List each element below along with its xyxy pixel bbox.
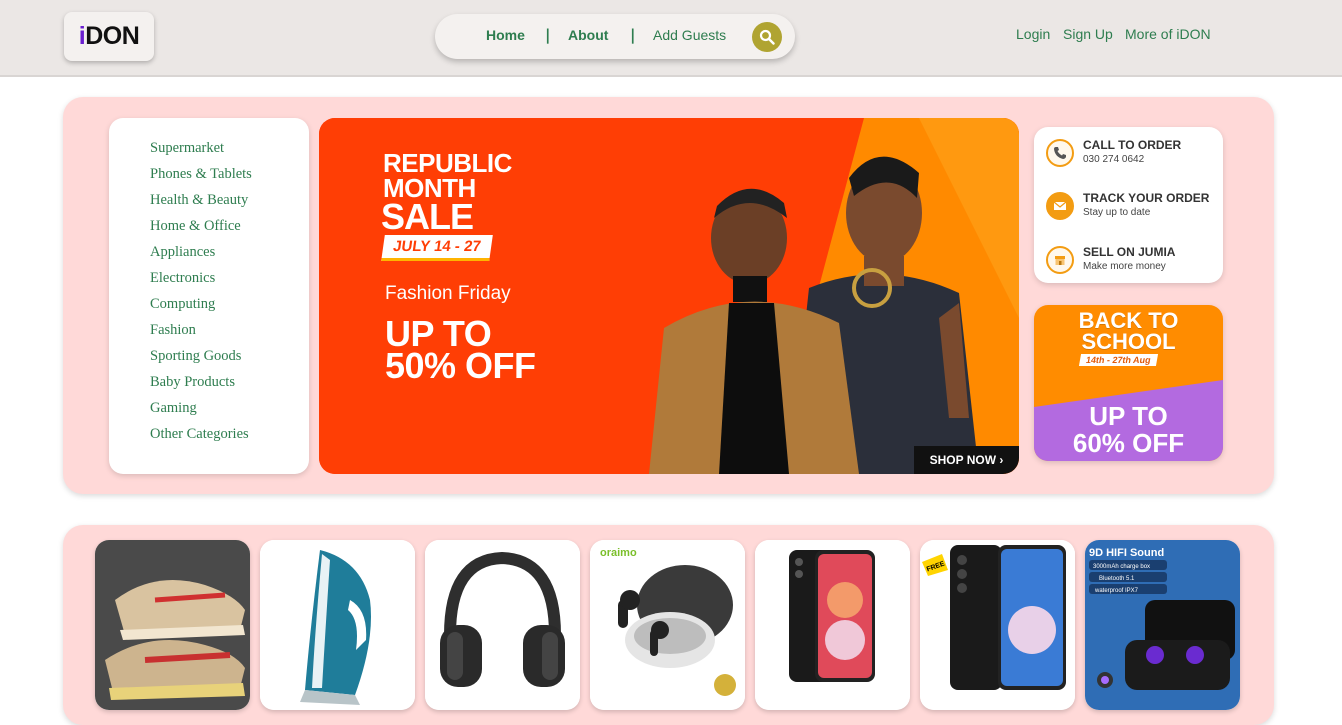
info-box: CALL TO ORDER 030 274 0642 TRACK YOUR OR…: [1034, 127, 1223, 283]
svg-text:waterproof IPX7: waterproof IPX7: [1094, 588, 1139, 594]
info-title: CALL TO ORDER: [1083, 138, 1182, 152]
product-card-sneakers[interactable]: [95, 540, 250, 710]
product-card-samsung-phone-a[interactable]: [755, 540, 910, 710]
info-subtitle: Make more money: [1083, 261, 1166, 272]
login-link[interactable]: Login: [1016, 26, 1050, 42]
info-title: TRACK YOUR ORDER: [1083, 191, 1210, 205]
category-item[interactable]: Fashion: [109, 320, 309, 346]
nav-separator: |: [545, 26, 551, 44]
hero-section: Supermarket Phones & Tablets Health & Be…: [63, 97, 1274, 494]
phone-image: FREE: [920, 540, 1075, 710]
category-list: Supermarket Phones & Tablets Health & Be…: [109, 118, 309, 474]
product-card-iron[interactable]: [260, 540, 415, 710]
product-card-hifi-earbuds[interactable]: 9D HIFI Sound 3000mAh charge box Bluetoo…: [1085, 540, 1240, 710]
sneakers-image: [95, 540, 250, 710]
banner-dates: JULY 14 - 27: [381, 235, 493, 261]
signup-link[interactable]: Sign Up: [1063, 26, 1113, 42]
promo-dates: 14th - 27th Aug: [1078, 354, 1158, 366]
earbuds-image: oraimo: [590, 540, 745, 710]
header: i DON Home | About | Add Guests Login Sig…: [0, 0, 1342, 77]
hero-banner[interactable]: REPUBLIC MONTH SALE JULY 14 - 27 Fashion …: [319, 118, 1019, 474]
search-icon: [759, 29, 775, 45]
category-item[interactable]: Electronics: [109, 268, 309, 294]
call-to-order[interactable]: CALL TO ORDER 030 274 0642: [1046, 135, 1216, 175]
hifi-earbuds-image: 9D HIFI Sound 3000mAh charge box Bluetoo…: [1085, 540, 1240, 710]
main-nav: Home | About | Add Guests: [435, 14, 795, 59]
phone-icon: [1046, 139, 1074, 167]
back-to-school-promo[interactable]: BACK TO SCHOOL 14th - 27th Aug UP TO 60% O…: [1034, 305, 1223, 461]
info-title: SELL ON JUMIA: [1083, 245, 1176, 259]
store-icon: [1046, 246, 1074, 274]
track-order[interactable]: TRACK YOUR ORDER Stay up to date: [1046, 188, 1216, 228]
iron-image: [260, 540, 415, 710]
category-item[interactable]: Baby Products: [109, 372, 309, 398]
category-item[interactable]: Phones & Tablets: [109, 164, 309, 190]
info-subtitle: Stay up to date: [1083, 207, 1151, 218]
promo-offer: UP TO 60% OFF: [1072, 401, 1185, 458]
nav-add-guests-link[interactable]: Add Guests: [653, 27, 726, 43]
category-item[interactable]: Other Categories: [109, 424, 309, 450]
category-item[interactable]: Home & Office: [109, 216, 309, 242]
more-link[interactable]: More of iDON: [1125, 26, 1211, 42]
category-item[interactable]: Gaming: [109, 398, 309, 424]
svg-text:Bluetooth 5.1: Bluetooth 5.1: [1099, 576, 1135, 582]
nav-about-link[interactable]: About: [568, 27, 608, 43]
product-card-headphones[interactable]: [425, 540, 580, 710]
banner-subtitle: Fashion Friday: [385, 283, 511, 304]
svg-text:oraimo: oraimo: [600, 547, 637, 559]
logo[interactable]: i DON: [64, 12, 154, 61]
info-subtitle: 030 274 0642: [1083, 154, 1145, 165]
products-section: oraimo FREE 9D HIFI Sound 3000mAh charge…: [63, 525, 1274, 725]
svg-text:9D HIFI Sound: 9D HIFI Sound: [1089, 547, 1164, 559]
sell-on-jumia[interactable]: SELL ON JUMIA Make more money: [1046, 242, 1216, 282]
envelope-icon: [1046, 192, 1074, 220]
category-item[interactable]: Sporting Goods: [109, 346, 309, 372]
banner-sale: SALE: [381, 196, 474, 237]
category-item[interactable]: Supermarket: [109, 138, 309, 164]
search-button[interactable]: [752, 22, 782, 52]
shop-now-button[interactable]: SHOP NOW ›: [914, 446, 1019, 474]
product-card-samsung-phone-b[interactable]: FREE: [920, 540, 1075, 710]
category-item[interactable]: Computing: [109, 294, 309, 320]
category-item[interactable]: Appliances: [109, 242, 309, 268]
nav-separator: |: [630, 26, 636, 44]
logo-text: DON: [85, 22, 140, 50]
banner-offer: UP TO 50% OFF: [385, 313, 536, 386]
promo-title: BACK TO SCHOOL: [1078, 308, 1179, 354]
product-card-oraimo-earbuds[interactable]: oraimo: [590, 540, 745, 710]
category-item[interactable]: Health & Beauty: [109, 190, 309, 216]
svg-text:3000mAh charge box: 3000mAh charge box: [1093, 564, 1150, 570]
headphones-image: [425, 540, 580, 710]
nav-home-link[interactable]: Home: [486, 27, 525, 43]
banner-title: REPUBLIC MONTH: [383, 148, 512, 203]
phone-image: [755, 540, 910, 710]
